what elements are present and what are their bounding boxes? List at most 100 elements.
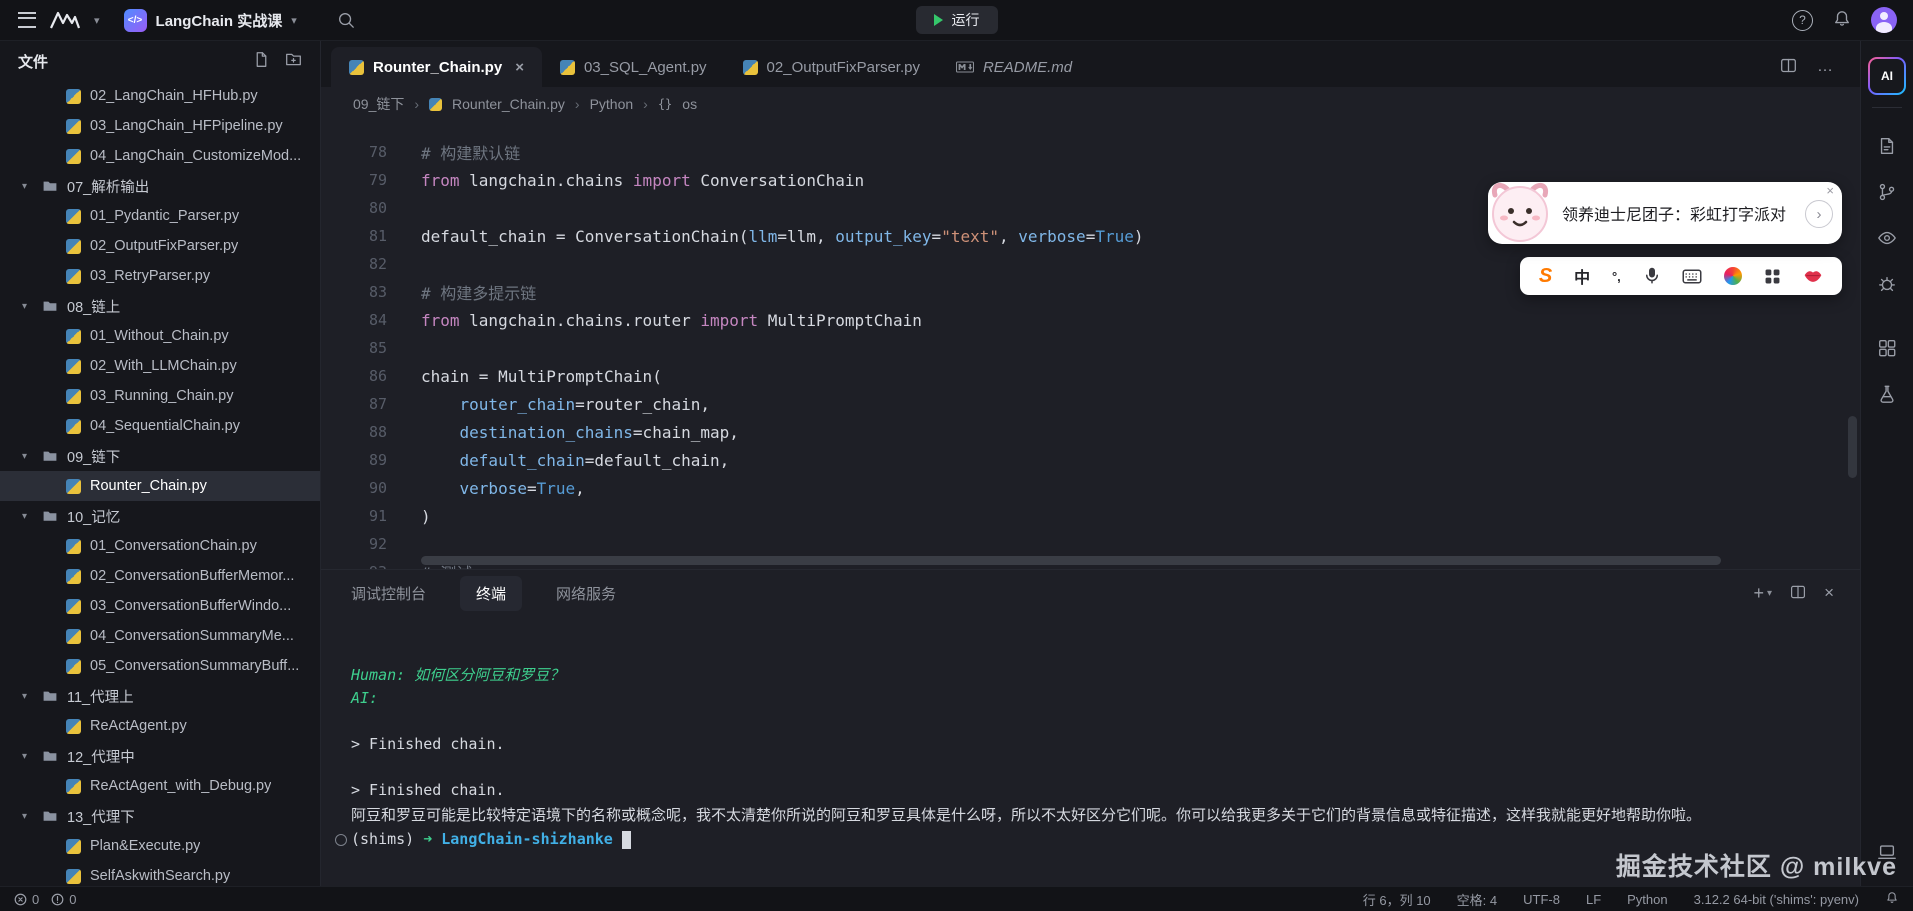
ime-promo-banner[interactable]: 领养迪士尼团子：彩虹打字派对 › × [1488, 182, 1842, 244]
breadcrumb-item[interactable]: Python [590, 96, 634, 112]
code-line[interactable]: 78# 构建默认链 [321, 138, 1860, 166]
tab-rounter-chain[interactable]: Rounter_Chain.py × [331, 47, 542, 87]
tree-item-folder[interactable]: ▾09_链下 [0, 441, 320, 471]
tree-item-folder[interactable]: ▾12_代理中 [0, 741, 320, 771]
new-folder-icon[interactable] [285, 51, 302, 71]
markdown-icon [956, 61, 974, 73]
language-mode[interactable]: Python [1627, 892, 1667, 907]
run-button[interactable]: 运行 [916, 6, 998, 34]
tree-item-file[interactable]: 01_Without_Chain.py [0, 321, 320, 351]
search-icon[interactable] [337, 11, 355, 29]
code-editor[interactable]: 78# 构建默认链79from langchain.chains import … [321, 121, 1860, 569]
chevron-right-icon[interactable]: › [1805, 200, 1833, 228]
tree-item-folder[interactable]: ▾13_代理下 [0, 801, 320, 831]
tree-item-folder[interactable]: ▾11_代理上 [0, 681, 320, 711]
tree-item-file[interactable]: 02_OutputFixParser.py [0, 231, 320, 261]
problems-errors[interactable]: 0 [14, 892, 39, 907]
breadcrumb-separator: › [575, 96, 580, 112]
tree-item-file[interactable]: 01_Pydantic_Parser.py [0, 201, 320, 231]
vertical-scrollbar[interactable] [1848, 416, 1857, 478]
new-file-icon[interactable] [253, 51, 270, 71]
keyboard-icon[interactable] [1682, 269, 1702, 284]
punctuation-mode-icon[interactable]: °, [1612, 269, 1621, 284]
code-line[interactable]: 89 default_chain=default_chain, [321, 446, 1860, 474]
extensions-grid-icon[interactable] [1877, 338, 1897, 358]
tree-item-file[interactable]: 04_ConversationSummaryMe... [0, 621, 320, 651]
tree-item-folder[interactable]: ▾10_记忆 [0, 501, 320, 531]
code-line[interactable]: 90 verbose=True, [321, 474, 1860, 502]
tree-item-file[interactable]: 02_LangChain_HFHub.py [0, 81, 320, 111]
panel-tab-debug-console[interactable]: 调试控制台 [351, 583, 426, 604]
tree-item-file[interactable]: 04_LangChain_CustomizeMod... [0, 141, 320, 171]
tree-item-file[interactable]: 04_SequentialChain.py [0, 411, 320, 441]
git-branch-icon[interactable] [1877, 182, 1897, 202]
close-panel-icon[interactable]: × [1824, 583, 1834, 603]
eol-sequence[interactable]: LF [1586, 892, 1601, 907]
mascot-avatar [1488, 180, 1552, 244]
skin-lips-icon[interactable] [1803, 269, 1823, 283]
tab-sql-agent[interactable]: 03_SQL_Agent.py [542, 47, 725, 87]
terminal[interactable]: Human: 如何区分阿豆和罗豆？AI: > Finished chain. >… [321, 616, 1860, 886]
indentation[interactable]: 空格: 4 [1457, 890, 1497, 909]
tree-item-file[interactable]: 01_ConversationChain.py [0, 531, 320, 561]
split-panel-icon[interactable] [1790, 584, 1806, 603]
code-line[interactable]: 92 [321, 530, 1860, 558]
chinese-mode-icon[interactable]: 中 [1574, 264, 1590, 288]
panel-tab-terminal[interactable]: 终端 [460, 576, 522, 611]
user-avatar[interactable] [1871, 7, 1897, 33]
tree-item-file[interactable]: Plan&Execute.py [0, 831, 320, 861]
app-logo[interactable] [50, 11, 80, 29]
split-editor-icon[interactable] [1780, 57, 1797, 77]
panel-tab-network[interactable]: 网络服务 [556, 583, 616, 604]
tree-item-file[interactable]: 03_LangChain_HFPipeline.py [0, 111, 320, 141]
code-line[interactable]: 86chain = MultiPromptChain( [321, 362, 1860, 390]
tree-item-file[interactable]: 03_Running_Chain.py [0, 381, 320, 411]
code-line[interactable]: 88 destination_chains=chain_map, [321, 418, 1860, 446]
emoji-icon[interactable] [1724, 267, 1742, 285]
tree-item-file[interactable]: 02_With_LLMChain.py [0, 351, 320, 381]
tree-item-file[interactable]: Rounter_Chain.py [0, 471, 320, 501]
more-actions-icon[interactable]: … [1817, 58, 1834, 76]
tree-item-file[interactable]: 02_ConversationBufferMemor... [0, 561, 320, 591]
mic-icon[interactable] [1643, 267, 1661, 285]
tree-item-folder[interactable]: ▾08_链上 [0, 291, 320, 321]
terminal-prompt[interactable]: (shims) ➜ LangChain-shizhanke [351, 828, 1832, 851]
breadcrumb-item[interactable]: os [682, 96, 697, 112]
notifications-bell-icon[interactable] [1885, 891, 1899, 908]
problems-warnings[interactable]: 0 [51, 892, 76, 907]
ai-assistant-button[interactable]: AI [1868, 57, 1906, 95]
tab-outputfixparser[interactable]: 02_OutputFixParser.py [725, 47, 938, 87]
horizontal-scrollbar[interactable] [421, 556, 1721, 565]
chevron-down-icon[interactable]: ▾ [94, 14, 100, 27]
encoding[interactable]: UTF-8 [1523, 892, 1560, 907]
tree-item-file[interactable]: 03_RetryParser.py [0, 261, 320, 291]
sogou-logo-icon[interactable]: S [1539, 265, 1552, 288]
breadcrumb-item[interactable]: Rounter_Chain.py [452, 96, 565, 112]
python-interpreter[interactable]: 3.12.2 64-bit ('shims': pyenv) [1694, 892, 1859, 907]
eye-preview-icon[interactable] [1877, 228, 1897, 248]
tab-readme[interactable]: README.md [938, 47, 1090, 87]
cursor-position[interactable]: 行 6，列 10 [1363, 890, 1431, 909]
tree-item-file[interactable]: 03_ConversationBufferWindo... [0, 591, 320, 621]
tree-item-file[interactable]: SelfAskwithSearch.py [0, 861, 320, 886]
tree-item-file[interactable]: ReActAgent.py [0, 711, 320, 741]
code-line[interactable]: 91) [321, 502, 1860, 530]
doc-edit-icon[interactable] [1877, 136, 1897, 156]
tree-item-file[interactable]: 05_ConversationSummaryBuff... [0, 651, 320, 681]
close-icon[interactable]: × [515, 59, 524, 76]
new-terminal-button[interactable]: +▾ [1754, 583, 1773, 604]
tree-item-folder[interactable]: ▾07_解析输出 [0, 171, 320, 201]
debug-bug-icon[interactable] [1877, 274, 1897, 294]
tree-item-file[interactable]: ReActAgent_with_Debug.py [0, 771, 320, 801]
menu-icon[interactable] [18, 12, 36, 28]
code-line[interactable]: 84from langchain.chains.router import Mu… [321, 306, 1860, 334]
help-icon[interactable]: ? [1792, 10, 1813, 31]
code-line[interactable]: 87 router_chain=router_chain, [321, 390, 1860, 418]
close-icon[interactable]: × [1826, 184, 1834, 197]
apps-grid-icon[interactable] [1764, 268, 1781, 285]
code-line[interactable]: 85 [321, 334, 1860, 362]
breadcrumb-item[interactable]: 09_链下 [353, 94, 404, 114]
project-selector[interactable]: </> LangChain 实战课 ▾ [124, 9, 297, 32]
test-flask-icon[interactable] [1877, 384, 1897, 404]
bell-icon[interactable] [1833, 10, 1851, 31]
